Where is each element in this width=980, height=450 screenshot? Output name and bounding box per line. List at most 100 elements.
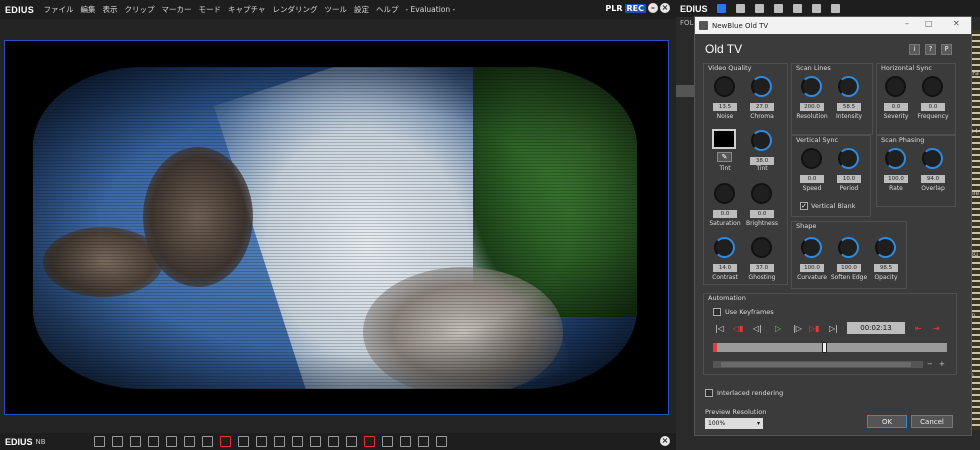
opacity-knob[interactable] bbox=[875, 237, 896, 258]
menu-view[interactable]: 表示 bbox=[99, 4, 121, 15]
paste-icon[interactable] bbox=[184, 436, 196, 447]
timeline-playhead[interactable] bbox=[822, 342, 827, 353]
monitor-icon[interactable] bbox=[436, 436, 448, 447]
rate-value[interactable]: 100.0 bbox=[884, 175, 908, 183]
noise-knob[interactable] bbox=[714, 76, 735, 97]
frequency-knob[interactable] bbox=[922, 76, 943, 97]
intensity-value[interactable]: 58.5 bbox=[837, 103, 861, 111]
folder-tree-label[interactable]: FOL bbox=[680, 19, 693, 27]
tint-value[interactable]: 38.0 bbox=[750, 157, 774, 165]
info-button[interactable]: i bbox=[909, 44, 920, 55]
frequency-value[interactable]: 0.0 bbox=[921, 103, 945, 111]
save-icon[interactable] bbox=[130, 436, 142, 447]
soften-edge-knob[interactable] bbox=[838, 237, 859, 258]
layout-icon[interactable] bbox=[773, 4, 783, 13]
menu-marker[interactable]: マーカー bbox=[158, 4, 195, 15]
step-back-icon[interactable]: ◁| bbox=[753, 324, 762, 333]
step-forward-icon[interactable]: |▷ bbox=[793, 324, 802, 333]
help-button[interactable]: ? bbox=[925, 44, 936, 55]
menu-tools[interactable]: ツール bbox=[321, 4, 351, 15]
scrollbar-thumb[interactable] bbox=[721, 362, 911, 367]
period-value[interactable]: 10.0 bbox=[837, 175, 861, 183]
timeline-scrollbar[interactable] bbox=[713, 361, 923, 368]
chroma-knob[interactable] bbox=[751, 76, 772, 97]
intensity-knob[interactable] bbox=[838, 76, 859, 97]
presets-button[interactable]: P bbox=[941, 44, 952, 55]
period-knob[interactable] bbox=[838, 148, 859, 169]
menu-help[interactable]: ヘルプ bbox=[372, 4, 402, 15]
next-keyframe-icon[interactable]: ▷▮ bbox=[809, 324, 820, 333]
lock-icon[interactable] bbox=[830, 4, 840, 13]
menu-render[interactable]: レンダリング bbox=[269, 4, 321, 15]
bin-settings-icon[interactable] bbox=[94, 436, 106, 447]
remove-keyframe-icon[interactable]: ⇤ bbox=[915, 324, 922, 333]
export-icon[interactable] bbox=[382, 436, 394, 447]
prev-keyframe-icon[interactable]: ◁▮ bbox=[733, 324, 744, 333]
overlap-knob[interactable] bbox=[922, 148, 943, 169]
timecode-display[interactable]: 00:02:13 bbox=[847, 322, 905, 334]
preview-resolution-select[interactable]: 100% ▾ bbox=[705, 418, 763, 429]
cut-icon[interactable] bbox=[148, 436, 160, 447]
soften-edge-value[interactable]: 100.0 bbox=[837, 264, 861, 272]
contrast-knob[interactable] bbox=[714, 237, 735, 258]
delete-x-icon[interactable] bbox=[220, 436, 232, 447]
keyframe-timeline[interactable] bbox=[713, 343, 947, 352]
maximize-icon[interactable]: □ bbox=[925, 19, 933, 28]
open-folder-icon[interactable] bbox=[112, 436, 124, 447]
layout-icon[interactable] bbox=[400, 436, 412, 447]
menu-clip[interactable]: クリップ bbox=[121, 4, 158, 15]
title-icon[interactable] bbox=[328, 436, 340, 447]
interlaced-rendering-checkbox[interactable] bbox=[705, 389, 713, 397]
close-icon[interactable]: × bbox=[660, 436, 670, 446]
menu-mode[interactable]: モード bbox=[195, 4, 225, 15]
ok-button[interactable]: OK bbox=[867, 415, 907, 428]
tint-knob[interactable] bbox=[751, 130, 772, 151]
zoom-out-icon[interactable]: − bbox=[927, 360, 933, 368]
ghosting-knob[interactable] bbox=[751, 237, 772, 258]
snap-icon[interactable] bbox=[310, 436, 322, 447]
settings-icon[interactable] bbox=[418, 436, 430, 447]
speed-value[interactable]: 0.0 bbox=[800, 175, 824, 183]
eyedropper-icon[interactable]: ✎ bbox=[717, 152, 732, 162]
chroma-value[interactable]: 27.0 bbox=[750, 103, 774, 111]
grid-icon[interactable] bbox=[811, 4, 821, 13]
severity-value[interactable]: 0.0 bbox=[884, 103, 908, 111]
render-icon[interactable] bbox=[364, 436, 376, 447]
list-icon[interactable] bbox=[792, 4, 802, 13]
saturation-value[interactable]: 0.0 bbox=[713, 210, 737, 218]
cancel-button[interactable]: Cancel bbox=[911, 415, 953, 428]
menu-edit[interactable]: 編集 bbox=[77, 4, 99, 15]
ghosting-value[interactable]: 37.0 bbox=[750, 264, 774, 272]
curvature-knob[interactable] bbox=[801, 237, 822, 258]
brightness-value[interactable]: 0.0 bbox=[750, 210, 774, 218]
redo-icon[interactable] bbox=[274, 436, 286, 447]
go-to-start-icon[interactable]: |◁ bbox=[715, 324, 724, 333]
opacity-value[interactable]: 98.5 bbox=[874, 264, 898, 272]
resolution-value[interactable]: 200.0 bbox=[800, 103, 824, 111]
ripple-icon[interactable] bbox=[238, 436, 250, 447]
contrast-value[interactable]: 14.0 bbox=[713, 264, 737, 272]
severity-knob[interactable] bbox=[885, 76, 906, 97]
marker-icon[interactable] bbox=[292, 436, 304, 447]
folder-tree-item[interactable] bbox=[676, 85, 694, 97]
delete-icon[interactable] bbox=[202, 436, 214, 447]
tint-color-swatch[interactable] bbox=[712, 129, 736, 149]
menu-capture[interactable]: キャプチャ bbox=[225, 4, 269, 15]
curvature-value[interactable]: 100.0 bbox=[800, 264, 824, 272]
plr-button[interactable]: PLR bbox=[605, 4, 622, 13]
resolution-knob[interactable] bbox=[801, 76, 822, 97]
rec-button[interactable]: REC bbox=[624, 3, 646, 13]
copy-icon[interactable] bbox=[166, 436, 178, 447]
go-to-end-icon[interactable]: ▷| bbox=[829, 324, 838, 333]
menu-file[interactable]: ファイル bbox=[40, 4, 77, 15]
zoom-in-icon[interactable]: + bbox=[939, 360, 945, 368]
close-icon[interactable]: ✕ bbox=[953, 19, 960, 28]
folder-icon[interactable] bbox=[716, 4, 726, 13]
play-icon[interactable]: ▷ bbox=[775, 324, 781, 333]
undo-icon[interactable] bbox=[256, 436, 268, 447]
saturation-knob[interactable] bbox=[714, 183, 735, 204]
open-folder-icon[interactable] bbox=[754, 4, 764, 13]
minimize-icon[interactable]: – bbox=[905, 19, 909, 28]
keyframe-marker[interactable] bbox=[713, 343, 717, 352]
up-icon[interactable] bbox=[735, 4, 745, 13]
